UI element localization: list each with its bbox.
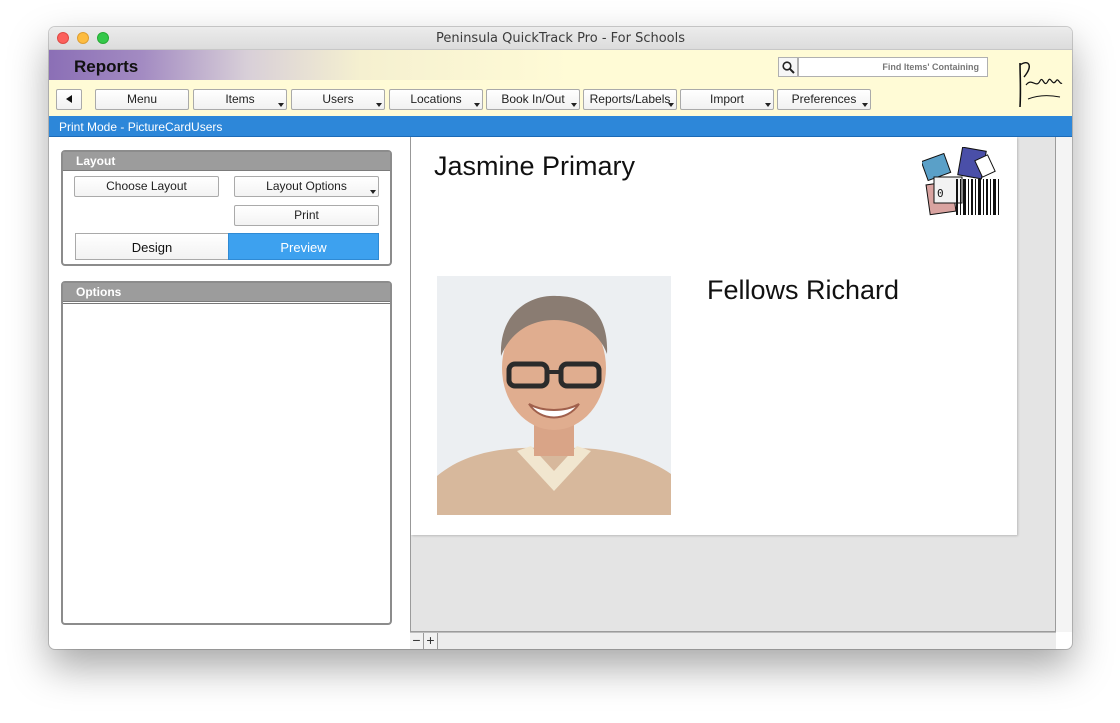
print-preview-area[interactable]: Jasmine Primary 0 Fellows Richard	[410, 137, 1056, 632]
window-right-edge	[1056, 137, 1072, 632]
users-button-label: Users	[322, 92, 354, 106]
locations-button[interactable]: Locations	[389, 89, 483, 110]
choose-layout-button[interactable]: Choose Layout	[74, 176, 219, 197]
title-bar: Peninsula QuickTrack Pro - For Schools	[49, 27, 1072, 50]
user-name: Fellows Richard	[707, 275, 900, 305]
menu-button-label: Menu	[126, 92, 158, 106]
dropdown-arrow-icon	[765, 103, 771, 107]
book-in-out-button[interactable]: Book In/Out	[486, 89, 580, 110]
left-triangle-icon	[66, 95, 72, 103]
header: Reports Find Items' Containing Menu Item…	[49, 50, 1072, 116]
book-in-out-button-label: Book In/Out	[501, 92, 565, 106]
locations-button-label: Locations	[410, 92, 462, 106]
zoom-in-button[interactable]: +	[424, 633, 438, 649]
page-title: Reports	[74, 57, 139, 76]
dropdown-arrow-icon	[862, 103, 868, 107]
app-window: Peninsula QuickTrack Pro - For Schools R…	[49, 27, 1072, 649]
reports-labels-button-label: Reports/Labels	[589, 92, 671, 106]
layout-options-label: Layout Options	[266, 179, 347, 193]
tab-design[interactable]: Design	[75, 233, 228, 260]
items-button[interactable]: Items	[193, 89, 287, 110]
preferences-button-label: Preferences	[791, 92, 857, 106]
user-photo	[437, 276, 671, 515]
layout-panel: Layout Choose Layout Layout Options Prin…	[61, 150, 392, 266]
items-button-label: Items	[225, 92, 255, 106]
window-title: Peninsula QuickTrack Pro - For Schools	[435, 31, 686, 46]
menu-button[interactable]: Menu	[95, 89, 189, 110]
print-label: Print	[294, 208, 319, 222]
print-mode-bar: Print Mode - PictureCardUsers	[49, 116, 1072, 137]
import-button-label: Import	[709, 92, 744, 106]
svg-text:0: 0	[937, 187, 944, 200]
dropdown-arrow-icon	[474, 103, 480, 107]
reports-labels-button[interactable]: Reports/Labels	[583, 89, 677, 110]
choose-layout-label: Choose Layout	[106, 179, 187, 193]
preferences-button[interactable]: Preferences	[777, 89, 871, 110]
options-list[interactable]	[63, 303, 390, 623]
search-icon[interactable]	[778, 57, 798, 77]
school-name: Jasmine Primary	[434, 151, 636, 181]
user-picture-card: Jasmine Primary 0 Fellows Richard	[411, 137, 1017, 535]
print-button[interactable]: Print	[234, 205, 379, 226]
peninsula-logo	[1014, 55, 1064, 111]
dropdown-arrow-icon	[370, 190, 376, 194]
import-button[interactable]: Import	[680, 89, 774, 110]
dropdown-arrow-icon	[668, 103, 674, 107]
back-button[interactable]	[56, 89, 82, 110]
zoom-controls: − +	[410, 632, 1056, 649]
layout-options-button[interactable]: Layout Options	[234, 176, 379, 197]
layout-panel-title: Layout	[63, 152, 390, 171]
zoom-out-button[interactable]: −	[410, 633, 424, 649]
dropdown-arrow-icon	[571, 103, 577, 107]
dropdown-arrow-icon	[278, 103, 284, 107]
options-panel: Options	[61, 281, 392, 625]
dropdown-arrow-icon	[376, 103, 382, 107]
search-input[interactable]: Find Items' Containing	[798, 57, 988, 77]
users-button[interactable]: Users	[291, 89, 385, 110]
barcode-logo-icon: 0	[920, 146, 1004, 221]
options-panel-title: Options	[63, 283, 390, 302]
tab-preview[interactable]: Preview	[228, 233, 379, 260]
